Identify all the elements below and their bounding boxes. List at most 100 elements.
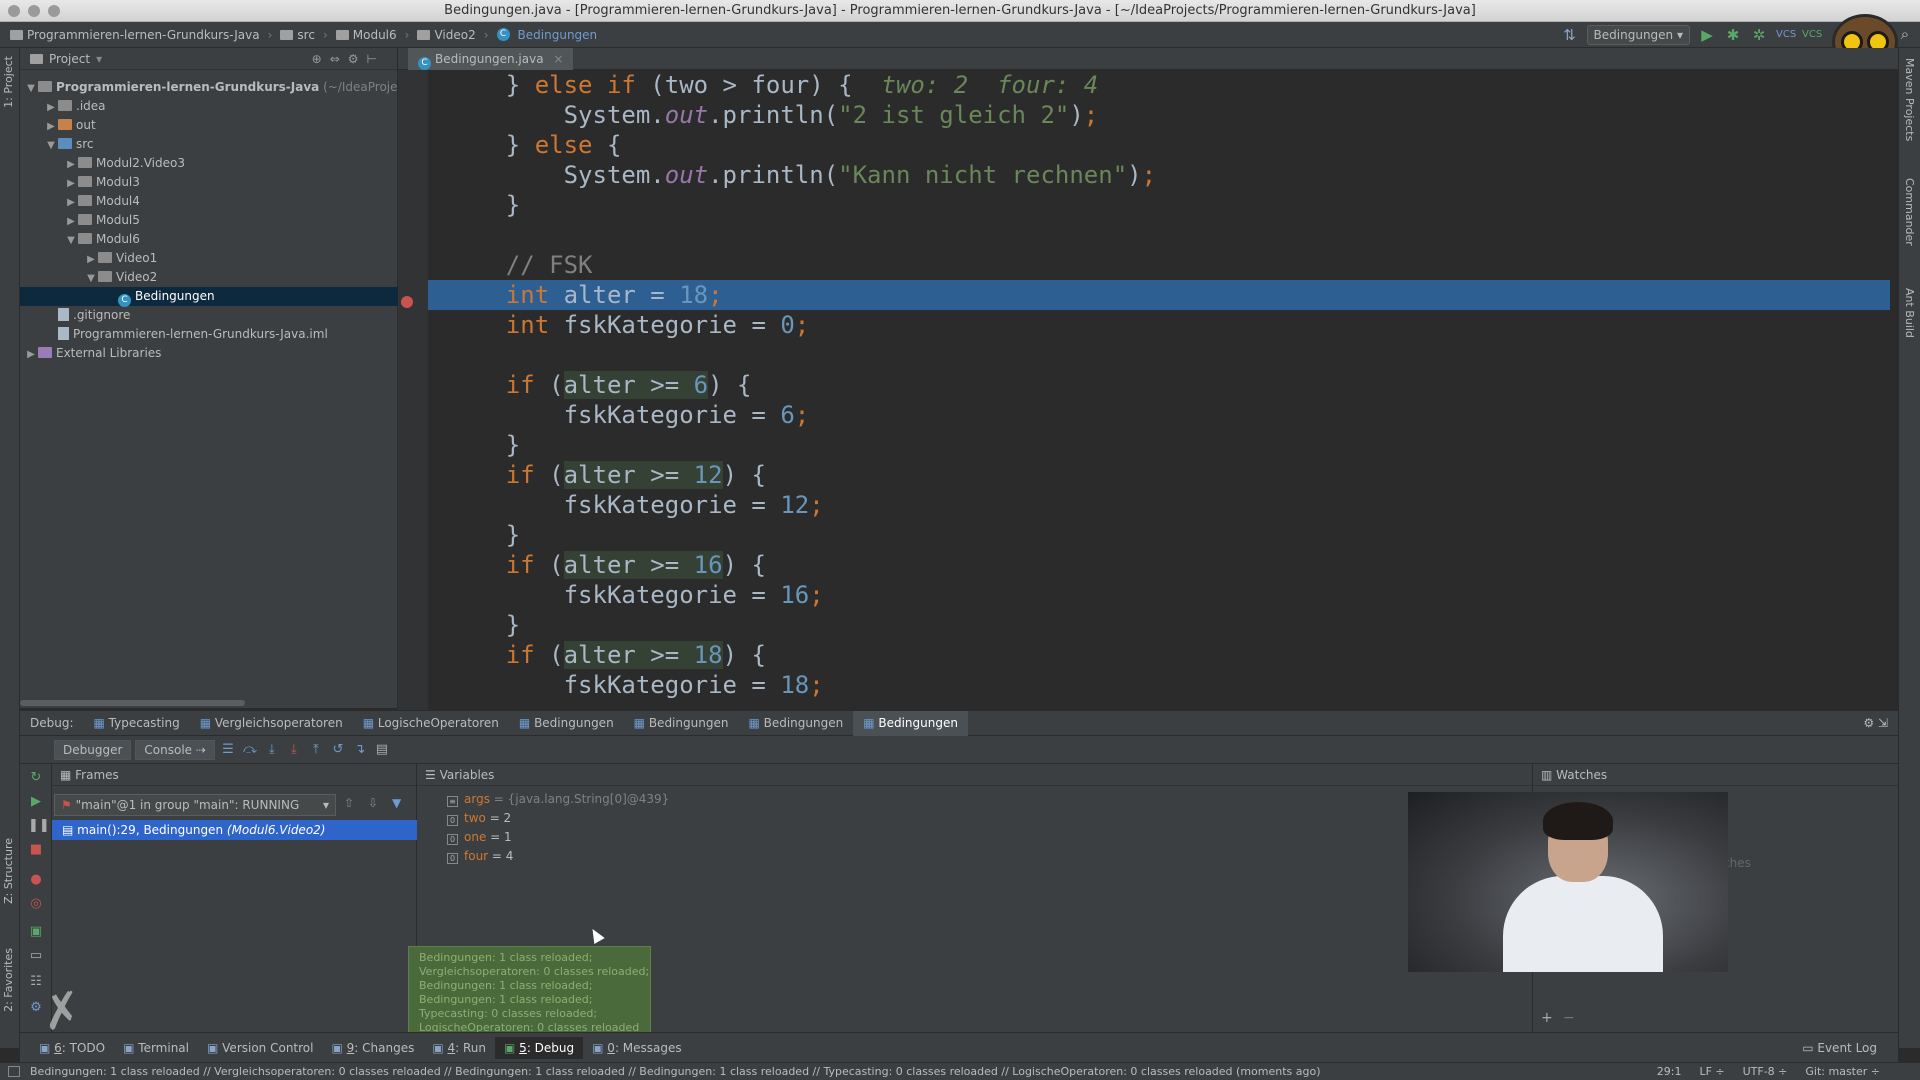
tree-item[interactable]: ▼ Programmieren-lernen-Grundkurs-Java (~/… [20, 78, 404, 98]
filter-icon[interactable]: ▼ [392, 796, 401, 810]
chevron-right-icon[interactable]: ▶ [64, 212, 78, 231]
tree-item[interactable]: .gitignore [20, 306, 398, 325]
drop-frame-icon[interactable]: ↺ [329, 741, 347, 759]
chevron-right-icon[interactable]: ▶ [44, 117, 58, 136]
previous-frame-icon[interactable]: ⇧ [344, 796, 354, 810]
tree-item[interactable]: ▼ Video2 [20, 268, 398, 287]
debug-session-tab[interactable]: ▦ LogischeOperatoren [353, 711, 509, 736]
code-line[interactable]: // FSK [428, 250, 1890, 280]
chevron-right-icon[interactable]: ▶ [44, 98, 58, 117]
view-breakpoints-icon[interactable]: ● [28, 872, 44, 888]
tree-item[interactable]: ▼ Modul6 [20, 230, 398, 249]
code-line[interactable]: fskKategorie = 6; [428, 400, 1890, 430]
tab-structure[interactable]: Z: Structure [2, 838, 15, 904]
tool-window-messages[interactable]: ▣ 0: Messages [583, 1037, 691, 1059]
code-line[interactable] [428, 340, 1890, 370]
frame-item[interactable]: ▤ main():29, Bedingungen (Modul6.Video2) [52, 820, 417, 840]
pause-icon[interactable]: ❚❚ [28, 818, 50, 834]
mute-breakpoints-icon[interactable]: ◎ [28, 896, 44, 912]
tab-project[interactable]: 1: Project [2, 56, 15, 108]
breadcrumb-modul6[interactable]: Modul6 [335, 28, 397, 42]
resume-icon[interactable]: ▶ [28, 794, 44, 810]
chevron-down-icon[interactable]: ▼ [44, 136, 58, 155]
tree-item[interactable]: C Bedingungen [20, 287, 398, 307]
debug-session-tab[interactable]: ▦ Bedingungen [853, 710, 968, 736]
tool-window-run[interactable]: ▣ 4: Run [423, 1037, 495, 1059]
chevron-right-icon[interactable]: ▶ [24, 345, 38, 364]
tree-item[interactable]: Programmieren-lernen-Grundkurs-Java.iml [20, 325, 398, 344]
code-editor[interactable]: } else if (two > four) { two: 2 four: 4 … [428, 70, 1890, 710]
code-line[interactable]: } [428, 430, 1890, 460]
chevron-down-icon[interactable]: ▼ [24, 79, 38, 98]
tree-item[interactable]: ▶ Modul2.Video3 [20, 154, 398, 173]
force-step-into-icon[interactable]: ⤓ [285, 741, 303, 759]
vcs-update-icon[interactable]: VCS [1776, 26, 1796, 44]
tree-item[interactable]: ▶ Modul5 [20, 211, 398, 230]
code-line[interactable]: System.out.println("2 ist gleich 2"); [428, 100, 1890, 130]
tab-favorites[interactable]: 2: Favorites [2, 948, 15, 1012]
editor-gutter[interactable] [398, 70, 428, 710]
minimize-window-button[interactable] [28, 5, 40, 17]
tab-bedingungen-java[interactable]: C Bedingungen.java × [408, 48, 574, 70]
close-icon[interactable]: × [553, 52, 563, 66]
thread-select[interactable]: ⚑ "main"@1 in group "main": RUNNING ▾ [54, 794, 336, 816]
breadcrumb-class[interactable]: C Bedingungen [496, 28, 597, 42]
status-message[interactable]: Bedingungen: 1 class reloaded // Verglei… [30, 1065, 1321, 1078]
chevron-right-icon[interactable]: ▶ [64, 193, 78, 212]
reload-notification[interactable]: Bedingungen: 1 class reloaded; Vergleichs… [408, 946, 651, 1036]
caret-position[interactable]: 29:1 [1657, 1063, 1682, 1080]
code-line[interactable]: System.out.println("Kann nicht rechnen")… [428, 160, 1890, 190]
chevron-down-icon[interactable]: ▼ [84, 269, 98, 288]
step-out-icon[interactable]: ⤒ [307, 741, 325, 759]
variable-row[interactable]: 0 one = 1 [447, 828, 512, 847]
run-to-cursor-icon[interactable]: ↴ [351, 741, 369, 759]
run-icon[interactable]: ▶ [1698, 26, 1716, 44]
search-icon[interactable]: ⌕ [1896, 25, 1914, 43]
gear-icon[interactable]: ⚙ ⇲ [1853, 711, 1898, 736]
tree-item[interactable]: ▶ External Libraries [20, 344, 398, 363]
tool-window-terminal[interactable]: ▣ Terminal [114, 1037, 198, 1059]
git-branch[interactable]: Git: master ÷ [1805, 1063, 1880, 1080]
code-line[interactable]: if (alter >= 18) { [428, 640, 1890, 670]
tab-debugger[interactable]: Debugger [54, 739, 132, 760]
tab-console[interactable]: Console ⇢ [135, 739, 215, 760]
code-line[interactable]: fskKategorie = 16; [428, 580, 1890, 610]
stop-icon[interactable]: ■ [28, 842, 44, 858]
tool-window-changes[interactable]: ▣ 9: Changes [322, 1037, 423, 1059]
run-configuration-select[interactable]: Bedingungen ▾ [1586, 25, 1690, 45]
get-thread-dump-icon[interactable]: ▣ [28, 924, 44, 940]
vcs-commit-icon[interactable]: VCS [1802, 26, 1822, 44]
variable-row[interactable]: 0 four = 4 [447, 847, 513, 866]
step-over-icon[interactable]: ⤼ [241, 741, 259, 759]
sort-icon[interactable]: ⇅ [1561, 26, 1579, 44]
code-line[interactable]: } [428, 610, 1890, 640]
code-line[interactable]: int alter = 18; [428, 280, 1890, 310]
chevron-down-icon[interactable]: ▼ [64, 231, 78, 250]
rerun-icon[interactable]: ↻ [28, 770, 44, 786]
chevron-right-icon[interactable]: ▶ [64, 174, 78, 193]
code-line[interactable] [428, 220, 1890, 250]
tree-item[interactable]: ▶ .idea [20, 97, 398, 116]
tree-item[interactable]: ▶ Modul3 [20, 173, 398, 192]
chevron-right-icon[interactable]: ▶ [84, 250, 98, 269]
breadcrumb-project[interactable]: Programmieren-lernen-Grundkurs-Java [10, 28, 260, 42]
tab-commander[interactable]: Commander [1903, 178, 1916, 246]
variable-row[interactable]: ≡ args = {java.lang.String[0]@439} [447, 790, 669, 809]
tab-maven-projects[interactable]: Maven Projects [1903, 58, 1916, 141]
debug-session-tab[interactable]: ▦ Bedingungen [509, 711, 624, 736]
breakpoint-icon[interactable] [401, 296, 413, 308]
show-execution-point-icon[interactable]: ☰ [219, 741, 237, 759]
code-line[interactable]: fskKategorie = 12; [428, 490, 1890, 520]
tree-item[interactable]: ▶ Video1 [20, 249, 398, 268]
remove-watch-button[interactable]: − [1563, 1010, 1575, 1026]
tree-item[interactable]: ▶ Modul4 [20, 192, 398, 211]
tree-item[interactable]: ▶ out [20, 116, 398, 135]
code-line[interactable]: fskKategorie = 18; [428, 670, 1890, 700]
evaluate-expression-icon[interactable]: ▤ [373, 741, 391, 759]
project-view-select[interactable]: Project [49, 52, 90, 66]
tab-ant-build[interactable]: Ant Build [1903, 288, 1916, 338]
zoom-window-button[interactable] [48, 5, 60, 17]
code-line[interactable]: if (alter >= 6) { [428, 370, 1890, 400]
tool-window-version-control[interactable]: ▣ Version Control [198, 1037, 322, 1059]
add-watch-button[interactable]: + [1541, 1010, 1553, 1026]
